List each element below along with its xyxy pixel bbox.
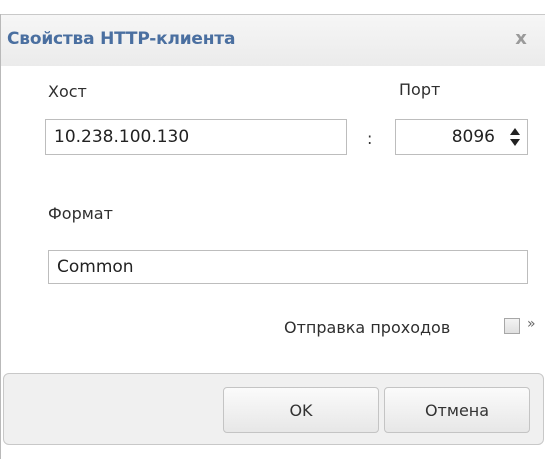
- ok-button[interactable]: OK: [223, 387, 379, 433]
- port-stepper[interactable]: 8096: [395, 119, 528, 155]
- format-label: Формат: [48, 204, 113, 223]
- http-client-properties-dialog: Свойства HTTP-клиента x Хост : Порт 8096…: [0, 14, 545, 459]
- cancel-button[interactable]: Отмена: [384, 387, 530, 433]
- dialog-footer: OK Отмена: [3, 373, 544, 445]
- dialog-titlebar[interactable]: Свойства HTTP-клиента x: [1, 14, 545, 66]
- host-label: Хост: [48, 82, 87, 101]
- send-passes-checkbox[interactable]: [504, 318, 520, 334]
- host-input[interactable]: [45, 119, 347, 155]
- port-value: 8096: [451, 127, 495, 147]
- dialog-content: Хост : Порт 8096 Формат Отправка проходо…: [1, 66, 545, 459]
- expand-icon[interactable]: »: [527, 316, 536, 332]
- send-passes-label: Отправка проходов: [284, 318, 451, 337]
- dialog-title: Свойства HTTP-клиента: [7, 29, 236, 49]
- chevron-down-icon[interactable]: [510, 139, 520, 146]
- port-label: Порт: [399, 80, 441, 99]
- close-icon[interactable]: x: [509, 27, 533, 51]
- port-spin-buttons: [509, 125, 521, 149]
- host-port-separator: :: [367, 129, 373, 148]
- chevron-up-icon[interactable]: [510, 128, 520, 135]
- format-input[interactable]: [48, 250, 528, 284]
